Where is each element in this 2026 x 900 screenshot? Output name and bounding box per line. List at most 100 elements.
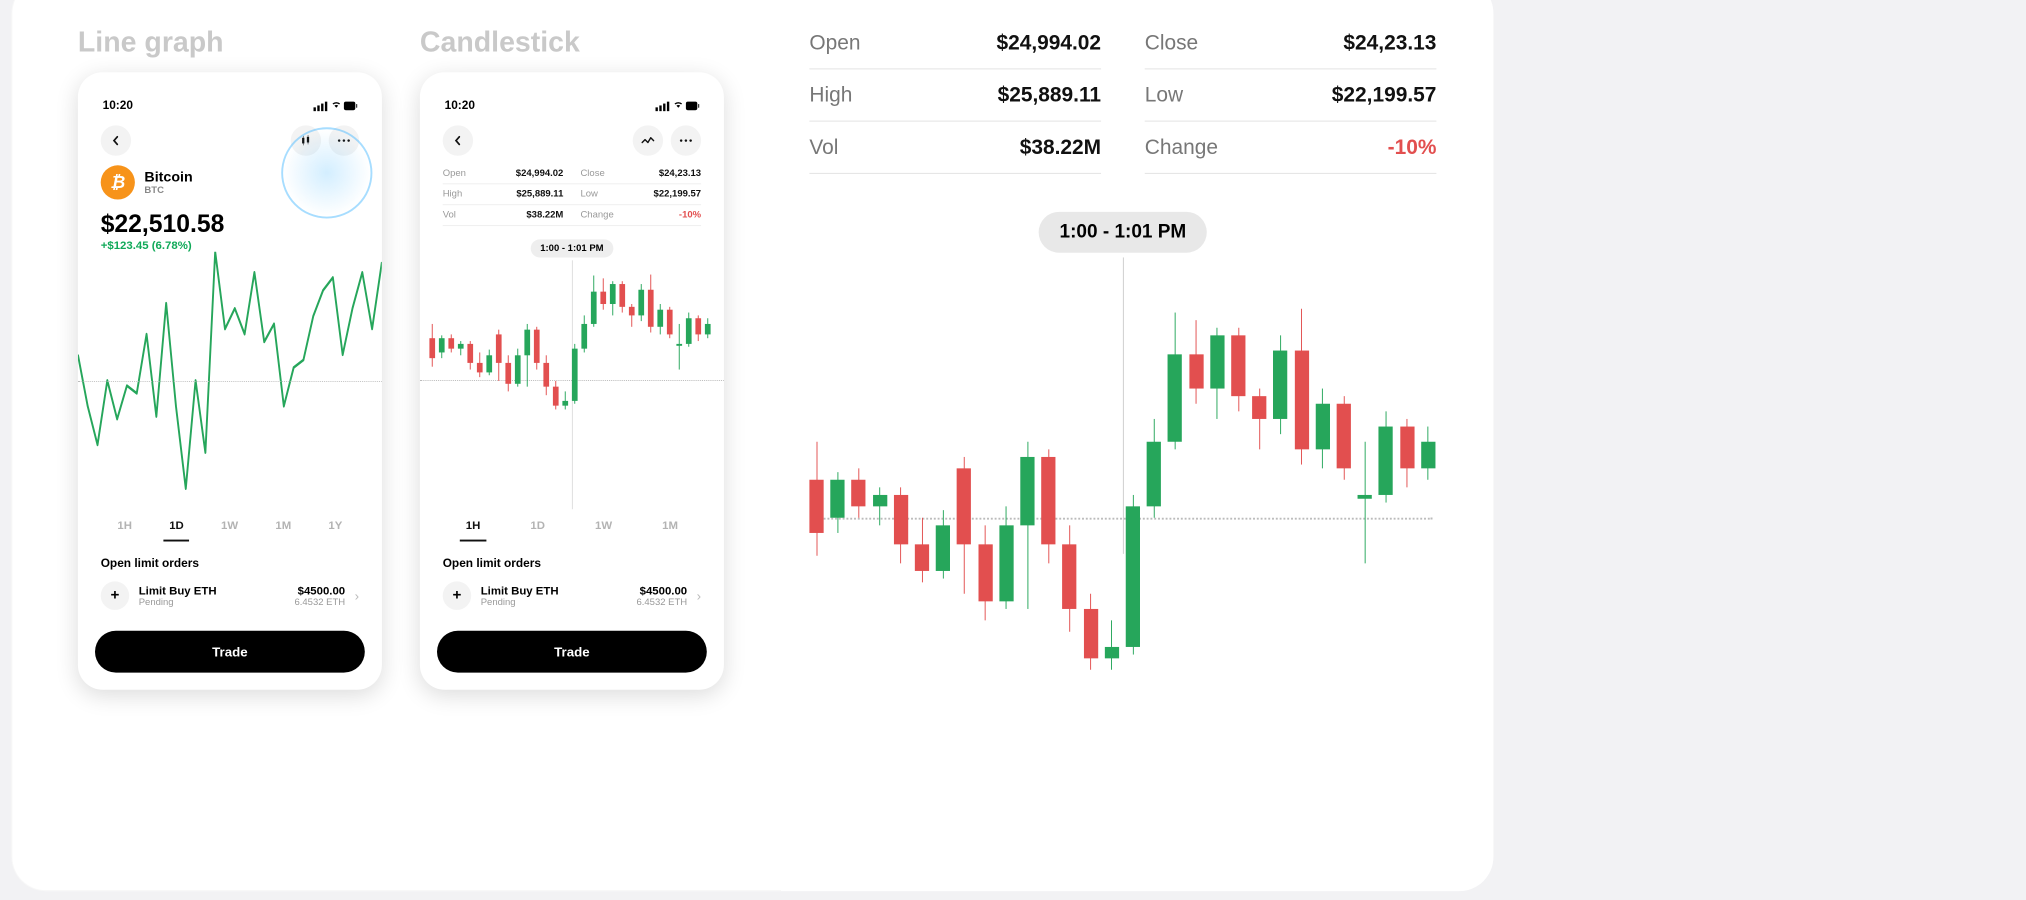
more-horizontal-icon xyxy=(679,139,692,143)
stat-value: $25,889.11 xyxy=(516,189,563,199)
candle xyxy=(676,270,682,413)
candle xyxy=(894,297,908,677)
timeframe-tab-1h[interactable]: 1H xyxy=(460,513,486,542)
candle xyxy=(629,270,635,413)
order-status: Pending xyxy=(481,597,627,607)
candle xyxy=(534,270,540,413)
candle xyxy=(458,270,464,413)
candle xyxy=(1062,297,1076,677)
timeframe-tab-1d[interactable]: 1D xyxy=(164,513,190,542)
time-tooltip: 1:00 - 1:01 PM xyxy=(531,239,613,257)
bitcoin-icon: ₿ xyxy=(101,165,135,199)
order-title: Limit Buy ETH xyxy=(139,584,285,597)
timeframe-tab-1y[interactable]: 1Y xyxy=(323,513,348,542)
candle xyxy=(600,270,606,413)
candle xyxy=(873,297,887,677)
candle xyxy=(543,270,549,413)
status-icons xyxy=(656,99,700,112)
chevron-left-icon xyxy=(452,135,463,146)
candle xyxy=(619,270,625,413)
status-time: 10:20 xyxy=(103,99,133,112)
timeframe-tab-1w[interactable]: 1W xyxy=(215,513,244,542)
candle xyxy=(1294,297,1308,677)
chart-type-candlestick-button[interactable] xyxy=(291,125,321,155)
stat-value-open: $24,994.02 xyxy=(996,30,1101,55)
candle xyxy=(1400,297,1414,677)
candle xyxy=(1379,297,1393,677)
timeframe-tab-1h[interactable]: 1H xyxy=(112,513,138,542)
candle xyxy=(572,270,578,413)
stat-label: Low xyxy=(580,189,597,199)
timeframe-tab-1m[interactable]: 1M xyxy=(656,513,683,542)
coin-symbol: BTC xyxy=(144,185,192,195)
candlestick-chart-large[interactable]: 1:00 - 1:01 PM xyxy=(809,212,1436,706)
stat-label-open: Open xyxy=(809,30,860,55)
line-chart[interactable] xyxy=(78,252,382,509)
order-status: Pending xyxy=(139,597,285,607)
candle xyxy=(610,270,616,413)
candle xyxy=(695,270,701,413)
trade-button[interactable]: Trade xyxy=(437,631,707,673)
stat-value-vol: $38.22M xyxy=(1020,135,1101,160)
back-button[interactable] xyxy=(101,125,131,155)
candle xyxy=(686,270,692,413)
candle xyxy=(1421,297,1435,677)
orders-heading: Open limit orders xyxy=(420,541,724,577)
coin-price: $22,510.58 xyxy=(101,209,359,238)
candle xyxy=(1168,297,1182,677)
order-qty: 6.4532 ETH xyxy=(294,597,345,607)
stat-value-close: $24,23.13 xyxy=(1343,30,1436,55)
more-menu-button[interactable] xyxy=(329,125,359,155)
stat-value: $22,199.57 xyxy=(654,189,702,199)
stat-value-low: $22,199.57 xyxy=(1332,83,1437,108)
candle xyxy=(1358,297,1372,677)
candle xyxy=(936,297,950,677)
chart-type-line-button[interactable] xyxy=(633,125,663,155)
candle xyxy=(562,270,568,413)
candle xyxy=(1316,297,1330,677)
timeframe-tab-1d[interactable]: 1D xyxy=(525,513,551,542)
candle xyxy=(830,297,844,677)
order-row[interactable]: + Limit Buy ETH Pending $4500.00 6.4532 … xyxy=(78,578,382,614)
candle xyxy=(429,270,435,413)
candle xyxy=(1231,297,1245,677)
candle xyxy=(515,270,521,413)
candle xyxy=(1126,297,1140,677)
more-horizontal-icon xyxy=(337,139,350,143)
stat-value-change: -10% xyxy=(1388,135,1437,160)
order-row[interactable]: + Limit Buy ETH Pending $4500.00 6.4532 … xyxy=(420,578,724,614)
candle xyxy=(978,297,992,677)
timeframe-tab-1w[interactable]: 1W xyxy=(589,513,618,542)
candle xyxy=(1041,297,1055,677)
time-tooltip-large: 1:00 - 1:01 PM xyxy=(1039,212,1208,253)
phone-mockup-line: 10:20 xyxy=(78,72,382,689)
candlestick-icon xyxy=(300,135,311,146)
candle xyxy=(1273,297,1287,677)
candle xyxy=(591,270,597,413)
more-menu-button[interactable] xyxy=(671,125,701,155)
candle xyxy=(657,270,663,413)
candle xyxy=(524,270,530,413)
status-icons xyxy=(314,99,358,112)
phone-mockup-candle: 10:20 xyxy=(420,72,724,689)
trade-button[interactable]: Trade xyxy=(95,631,365,673)
stat-value-negative: -10% xyxy=(679,210,701,220)
candle xyxy=(1020,297,1034,677)
candle xyxy=(1105,297,1119,677)
timeframe-tab-1m[interactable]: 1M xyxy=(270,513,297,542)
candlestick-chart-small[interactable]: 1:00 - 1:01 PM xyxy=(420,251,724,509)
line-chart-icon xyxy=(641,136,654,146)
candle xyxy=(505,270,511,413)
baseline xyxy=(78,380,382,381)
candle xyxy=(477,270,483,413)
coin-delta: +$123.45 (6.78%) xyxy=(101,238,359,251)
stat-label-low: Low xyxy=(1145,83,1183,108)
order-title: Limit Buy ETH xyxy=(481,584,627,597)
candle xyxy=(638,270,644,413)
plus-icon: + xyxy=(101,581,130,610)
stat-label: Change xyxy=(580,210,613,220)
stat-value: $24,994.02 xyxy=(516,168,564,178)
back-button[interactable] xyxy=(443,125,473,155)
candle xyxy=(1147,297,1161,677)
candle xyxy=(439,270,445,413)
